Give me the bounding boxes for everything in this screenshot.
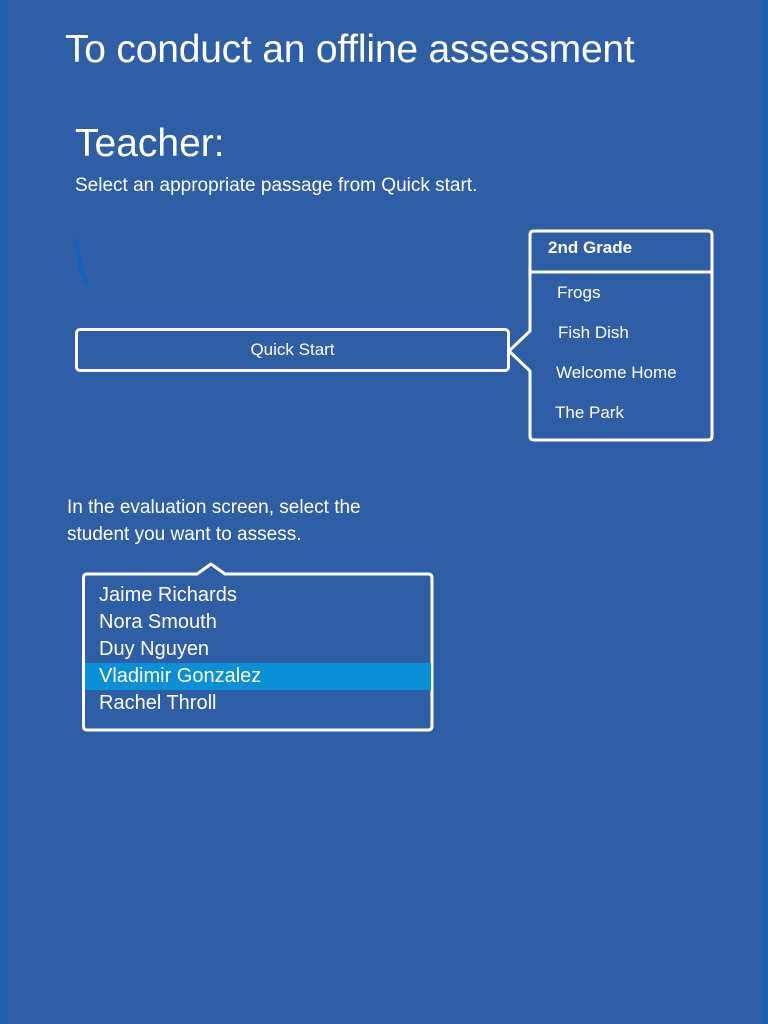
quick-start-button[interactable]: Quick Start bbox=[75, 328, 510, 372]
page-title: To conduct an offline assessment bbox=[65, 28, 635, 71]
right-edge-strip bbox=[762, 0, 768, 1024]
student-item-vladimir-gonzalez[interactable]: Vladimir Gonzalez bbox=[85, 663, 431, 690]
left-edge-strip bbox=[0, 0, 7, 1024]
teacher-instruction: Select an appropriate passage from Quick… bbox=[75, 175, 478, 196]
passage-item-the-park[interactable]: The Park bbox=[555, 403, 624, 423]
student-item-duy-nguyen[interactable]: Duy Nguyen bbox=[85, 636, 431, 663]
passage-item-frogs[interactable]: Frogs bbox=[557, 283, 600, 303]
grade-header: 2nd Grade bbox=[548, 238, 633, 257]
student-item-nora-smouth[interactable]: Nora Smouth bbox=[85, 609, 431, 636]
evaluation-instruction: In the evaluation screen, select the stu… bbox=[67, 497, 361, 545]
passage-item-fish-dish[interactable]: Fish Dish bbox=[558, 323, 629, 343]
brush-stroke-mark bbox=[74, 238, 89, 286]
student-item-jaime-richards[interactable]: Jaime Richards bbox=[85, 582, 431, 609]
student-item-rachel-throll[interactable]: Rachel Throll bbox=[85, 690, 431, 717]
student-list: Jaime Richards Nora Smouth Duy Nguyen Vl… bbox=[85, 582, 431, 717]
teacher-heading: Teacher: bbox=[75, 122, 225, 165]
passage-item-welcome-home[interactable]: Welcome Home bbox=[556, 363, 677, 383]
